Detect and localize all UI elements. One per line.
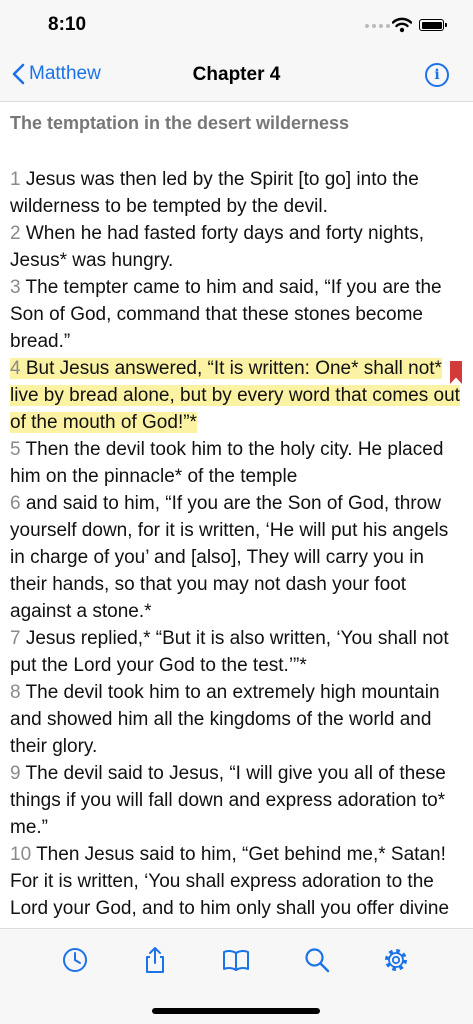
verse-5[interactable]: 5 Then the devil took him to the holy ci…: [10, 439, 443, 487]
verse-3[interactable]: 3 The tempter came to him and said, “If …: [10, 277, 442, 352]
gear-icon: [385, 949, 407, 971]
history-button[interactable]: [61, 946, 89, 974]
share-button[interactable]: [141, 946, 169, 974]
verse-4[interactable]: 4 But Jesus answered, “It is written: On…: [10, 358, 460, 433]
verse-text: Jesus was then led by the Spirit [to go]…: [10, 169, 419, 217]
verse-7[interactable]: 7 Jesus replied,* “But it is also writte…: [10, 628, 449, 676]
verse-number: 7: [10, 628, 21, 649]
verse-9[interactable]: 9 The devil said to Jesus, “I will give …: [10, 763, 446, 838]
search-button[interactable]: [303, 946, 331, 974]
cellular-signal-icon: [365, 24, 390, 28]
verse-number: 10: [10, 844, 32, 865]
verse-text: Jesus replied,* “But it is also written,…: [10, 628, 449, 676]
clock-icon: [63, 948, 87, 972]
status-bar: 8:10: [0, 0, 473, 50]
verse-number: 6: [10, 493, 21, 514]
verse-text: Then Jesus said to him, “Get behind me,*…: [10, 844, 450, 919]
verse-text: The devil said to Jesus, “I will give yo…: [10, 763, 446, 838]
back-button[interactable]: Matthew: [12, 63, 101, 85]
verse-number: 9: [10, 763, 21, 784]
verse-number: 8: [10, 682, 21, 703]
verse-text: The tempter came to him and said, “If yo…: [10, 277, 442, 352]
home-indicator: [152, 1008, 320, 1014]
battery-icon: [419, 19, 447, 31]
back-button-label: Matthew: [29, 63, 101, 84]
chapter-content[interactable]: The temptation in the desert wilderness …: [0, 102, 473, 928]
books-button[interactable]: [222, 946, 250, 974]
verse-number: 3: [10, 277, 21, 298]
verse-list: 1 Jesus was then led by the Spirit [to g…: [10, 166, 462, 922]
verse-1[interactable]: 1 Jesus was then led by the Spirit [to g…: [10, 169, 419, 217]
verse-number: 2: [10, 223, 21, 244]
book-icon: [223, 949, 249, 971]
verse-text: Then the devil took him to the holy city…: [10, 439, 444, 487]
info-icon: i: [434, 67, 440, 83]
navigation-bar: Matthew Chapter 4 i: [0, 50, 473, 102]
verse-number: 5: [10, 439, 21, 460]
verse-2[interactable]: 2 When he had fasted forty days and fort…: [10, 223, 424, 271]
verse-6[interactable]: 6 and said to him, “If you are the Son o…: [10, 493, 448, 622]
verse-text: The devil took him to an extremely high …: [10, 682, 440, 757]
search-icon: [305, 948, 330, 973]
verse-number: 4: [10, 358, 21, 379]
chevron-left-icon: [12, 63, 25, 85]
info-button[interactable]: i: [425, 63, 449, 87]
status-time: 8:10: [48, 14, 87, 35]
settings-button[interactable]: [382, 946, 410, 974]
wifi-icon: [392, 17, 412, 33]
verse-text: When he had fasted forty days and forty …: [10, 223, 425, 271]
share-icon: [146, 947, 164, 973]
verse-8[interactable]: 8 The devil took him to an extremely hig…: [10, 682, 440, 757]
verse-10[interactable]: 10 Then Jesus said to him, “Get behind m…: [10, 844, 449, 919]
verse-number: 1: [10, 169, 21, 190]
verse-text: and said to him, “If you are the Son of …: [10, 493, 449, 622]
verse-text: But Jesus answered, “It is written: One*…: [10, 358, 460, 433]
section-heading: The temptation in the desert wilderness: [10, 113, 350, 133]
